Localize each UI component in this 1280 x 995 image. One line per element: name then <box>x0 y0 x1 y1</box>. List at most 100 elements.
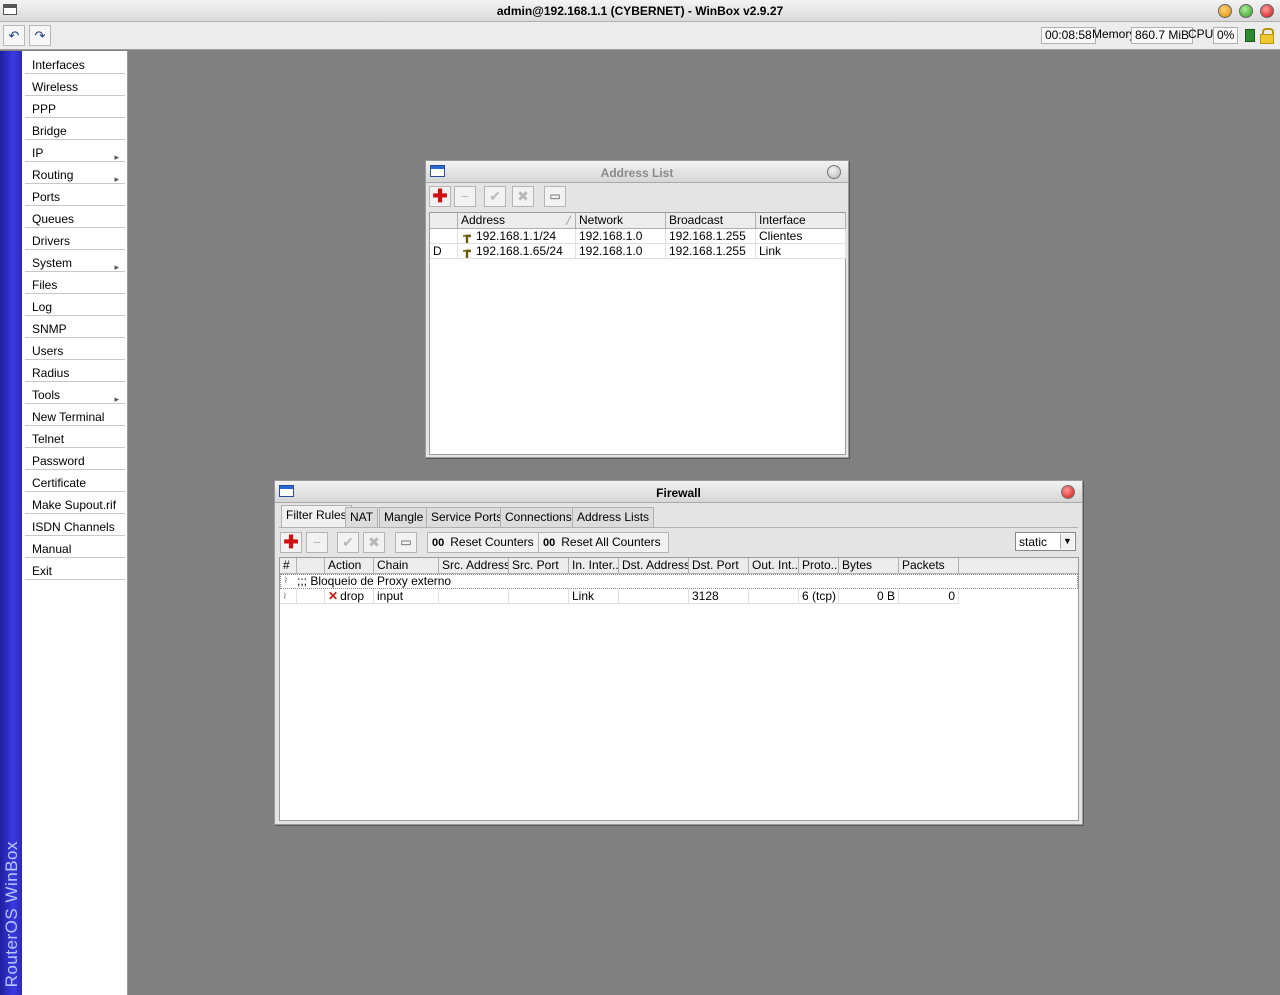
menu-item-exit[interactable]: Exit <box>25 559 125 580</box>
close-icon[interactable] <box>827 165 841 179</box>
column-header-flags[interactable] <box>297 558 325 574</box>
disable-icon[interactable]: ✖ <box>512 186 534 207</box>
status-indicator-icon <box>1245 29 1255 42</box>
column-header-bytes[interactable]: Bytes <box>839 558 899 574</box>
menu-item-label: Exit <box>32 564 53 578</box>
menu-item-ports[interactable]: Ports <box>25 185 125 206</box>
tab-filter-rules[interactable]: Filter Rules <box>281 505 352 527</box>
menu-item-make-supout-rif[interactable]: Make Supout.rif <box>25 493 125 514</box>
menu-item-users[interactable]: Users <box>25 339 125 360</box>
address-icon: ┲ <box>463 229 471 243</box>
filter-select[interactable]: static ▼ <box>1015 532 1076 551</box>
menu-item-password[interactable]: Password <box>25 449 125 470</box>
comment-icon[interactable]: ▭ <box>395 532 417 553</box>
disable-icon[interactable]: ✖ <box>363 532 385 553</box>
add-icon[interactable]: ✚ <box>280 532 302 553</box>
close-button[interactable] <box>1260 4 1274 18</box>
brand-bar: RouterOS WinBox <box>0 51 22 995</box>
close-icon[interactable] <box>1061 485 1075 499</box>
menu-item-ppp[interactable]: PPP <box>25 97 125 118</box>
menu-item-snmp[interactable]: SNMP <box>25 317 125 338</box>
minimize-button[interactable] <box>1218 4 1232 18</box>
column-header-action[interactable]: Action <box>325 558 374 574</box>
menu-item-label: New Terminal <box>32 410 105 424</box>
remove-icon[interactable]: − <box>454 186 476 207</box>
rule-dst-address <box>619 589 689 604</box>
row-flag: D <box>430 244 458 259</box>
column-header-src-port[interactable]: Src. Port <box>509 558 569 574</box>
maximize-button[interactable] <box>1239 4 1253 18</box>
column-header-chain[interactable]: Chain <box>374 558 439 574</box>
menu-item-system[interactable]: System ▸ <box>25 251 125 272</box>
tab-address-lists[interactable]: Address Lists <box>572 507 655 527</box>
menu-item-label: Users <box>32 344 64 358</box>
column-header-packets[interactable]: Packets <box>899 558 959 574</box>
menu-item-label: Routing <box>32 168 74 182</box>
enable-icon[interactable]: ✔ <box>337 532 359 553</box>
comment-row[interactable]: ≀ ;;; Bloqueio de Proxy externo <box>280 574 1078 589</box>
tab-nat[interactable]: NAT <box>345 507 379 527</box>
uptime-readout: 00:08:58 <box>1041 27 1096 44</box>
menu-item-files[interactable]: Files <box>25 273 125 294</box>
menu-item-log[interactable]: Log <box>25 295 125 316</box>
column-header-address[interactable]: Address ╱ <box>458 213 576 229</box>
column-header-broadcast[interactable]: Broadcast <box>666 213 756 229</box>
menu-item-label: PPP <box>32 102 57 116</box>
menu-item-telnet[interactable]: Telnet <box>25 427 125 448</box>
rule-src-port <box>509 589 569 604</box>
firewall-title: Firewall <box>656 486 701 500</box>
tab-mangle[interactable]: Mangle <box>379 507 429 527</box>
firewall-title-bar[interactable]: Firewall <box>275 481 1082 503</box>
column-header-flag[interactable] <box>430 213 458 229</box>
menu-item-isdn-channels[interactable]: ISDN Channels <box>25 515 125 536</box>
menu-item-bridge[interactable]: Bridge <box>25 119 125 140</box>
menu-item-manual[interactable]: Manual <box>25 537 125 558</box>
menu-item-label: ISDN Channels <box>32 520 115 534</box>
brand-label: RouterOS WinBox <box>2 840 21 987</box>
column-header-interface[interactable]: Interface <box>756 213 846 229</box>
filter-rules-table: # Action Chain Src. Address Src. Port In… <box>279 557 1079 821</box>
address-icon: ┲ <box>463 244 471 258</box>
menu-item-drivers[interactable]: Drivers <box>25 229 125 250</box>
row-network: 192.168.1.0 <box>576 244 666 259</box>
menu-item-label: Certificate <box>32 476 87 490</box>
column-header-dst-port[interactable]: Dst. Port <box>689 558 749 574</box>
menu-item-interfaces[interactable]: Interfaces <box>25 53 125 74</box>
rule-packets: 0 <box>899 589 959 604</box>
menu-item-radius[interactable]: Radius <box>25 361 125 382</box>
menu-item-routing[interactable]: Routing ▸ <box>25 163 125 184</box>
column-header-protocol[interactable]: Proto... <box>799 558 839 574</box>
add-icon[interactable]: ✚ <box>429 186 451 207</box>
menu-item-queues[interactable]: Queues <box>25 207 125 228</box>
column-header-in-interface[interactable]: In. Inter... <box>569 558 619 574</box>
address-list-title-bar[interactable]: Address List <box>426 161 848 183</box>
menu-item-wireless[interactable]: Wireless <box>25 75 125 96</box>
menu-item-new-terminal[interactable]: New Terminal <box>25 405 125 426</box>
reset-counters-button[interactable]: 00 Reset Counters <box>427 532 542 553</box>
undo-icon[interactable]: ↶ <box>3 25 25 46</box>
rule-protocol: 6 (tcp) <box>799 589 839 604</box>
column-header-filler <box>959 558 1078 574</box>
column-header-out-interface[interactable]: Out. Int... <box>749 558 799 574</box>
row-network: 192.168.1.0 <box>576 229 666 244</box>
remove-icon[interactable]: − <box>306 532 328 553</box>
chevron-down-icon: ▼ <box>1060 534 1074 549</box>
menu-item-certificate[interactable]: Certificate <box>25 471 125 492</box>
comment-icon[interactable]: ▭ <box>544 186 566 207</box>
menu-item-tools[interactable]: Tools ▸ <box>25 383 125 404</box>
reset-all-counters-button[interactable]: 00 Reset All Counters <box>538 532 669 553</box>
enable-icon[interactable]: ✔ <box>484 186 506 207</box>
column-header-number[interactable]: # <box>280 558 297 574</box>
app-title-bar: admin@192.168.1.1 (CYBERNET) - WinBox v2… <box>0 0 1280 22</box>
column-header-network[interactable]: Network <box>576 213 666 229</box>
tab-service-ports[interactable]: Service Ports <box>426 507 508 527</box>
menu-item-label: Ports <box>32 190 61 204</box>
column-header-dst-address[interactable]: Dst. Address <box>619 558 689 574</box>
redo-icon[interactable]: ↷ <box>29 25 51 46</box>
menu-item-label: Log <box>32 300 53 314</box>
sort-icon: ╱ <box>566 216 571 225</box>
column-header-src-address[interactable]: Src. Address <box>439 558 509 574</box>
tab-connections[interactable]: Connections <box>500 507 577 527</box>
menu-item-label: Queues <box>32 212 75 226</box>
menu-item-ip[interactable]: IP ▸ <box>25 141 125 162</box>
